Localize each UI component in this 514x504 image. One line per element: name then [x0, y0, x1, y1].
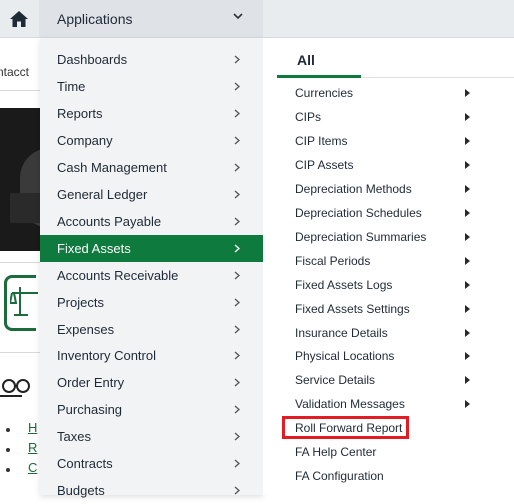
highlight-annotation-box: [282, 416, 409, 439]
menu-item-purchasing[interactable]: Purchasing: [40, 396, 263, 423]
home-icon: [10, 10, 28, 27]
submenu-item-depreciation-schedules[interactable]: Depreciation Schedules: [263, 202, 514, 224]
caret-right-icon: [465, 185, 470, 193]
background-link[interactable]: H: [6, 420, 37, 440]
submenu-item-fixed-assets-logs[interactable]: Fixed Assets Logs: [263, 274, 514, 296]
menu-item-accounts-receivable[interactable]: Accounts Receivable: [40, 262, 263, 289]
background-link-list: H R C: [6, 420, 37, 480]
caret-right-icon: [465, 352, 470, 360]
chevron-right-icon: [234, 432, 240, 441]
applications-menu: Dashboards Time Reports Company Cash Man…: [40, 38, 263, 498]
submenu-item-cip-items[interactable]: CIP Items: [263, 130, 514, 152]
menu-item-fixed-assets[interactable]: Fixed Assets: [40, 235, 263, 262]
top-navigation-bar: Applications: [0, 0, 514, 38]
chevron-right-icon: [234, 109, 240, 118]
submenu-item-physical-locations[interactable]: Physical Locations: [263, 345, 514, 367]
caret-right-icon: [465, 376, 470, 384]
submenu-item-service-details[interactable]: Service Details: [263, 369, 514, 391]
chevron-right-icon: [234, 190, 240, 199]
submenu-item-depreciation-methods[interactable]: Depreciation Methods: [263, 178, 514, 200]
active-tab-indicator: [277, 75, 361, 78]
menu-item-inventory-control[interactable]: Inventory Control: [40, 342, 263, 369]
submenu-item-depreciation-summaries[interactable]: Depreciation Summaries: [263, 226, 514, 248]
submenu-item-fa-configuration[interactable]: FA Configuration: [263, 465, 514, 487]
tab-all[interactable]: All: [297, 52, 315, 68]
submenu-item-cips[interactable]: CIPs: [263, 106, 514, 128]
caret-right-icon: [465, 400, 470, 408]
applications-label: Applications: [57, 10, 133, 27]
caret-right-icon: [465, 257, 470, 265]
chevron-right-icon: [234, 217, 240, 226]
chevron-down-icon: [233, 13, 243, 20]
chevron-right-icon: [234, 405, 240, 414]
caret-right-icon: [465, 305, 470, 313]
fixed-assets-submenu: All Currencies CIPs CIP Items CIP Assets…: [263, 38, 514, 495]
submenu-item-cip-assets[interactable]: CIP Assets: [263, 154, 514, 176]
menu-item-accounts-payable[interactable]: Accounts Payable: [40, 208, 263, 235]
chevron-right-icon: [234, 298, 240, 307]
background-contact-text: ntacct: [0, 65, 30, 79]
background-link[interactable]: R: [6, 440, 37, 460]
menu-item-reports[interactable]: Reports: [40, 100, 263, 127]
menu-item-dashboards[interactable]: Dashboards: [40, 46, 263, 73]
chevron-right-icon: [234, 459, 240, 468]
caret-right-icon: [465, 137, 470, 145]
chevron-right-icon: [234, 325, 240, 334]
chevron-right-icon: [234, 163, 240, 172]
menu-item-budgets[interactable]: Budgets: [40, 477, 263, 504]
menu-item-general-ledger[interactable]: General Ledger: [40, 181, 263, 208]
home-button[interactable]: [0, 0, 38, 37]
menu-item-taxes[interactable]: Taxes: [40, 423, 263, 450]
applications-menu-button[interactable]: Applications: [39, 0, 263, 37]
background-divider: [0, 352, 40, 353]
submenu-item-insurance-details[interactable]: Insurance Details: [263, 322, 514, 344]
background-divider: [0, 90, 40, 91]
menu-item-projects[interactable]: Projects: [40, 289, 263, 316]
glasses-icon: [0, 379, 30, 397]
background-photo: [0, 108, 40, 251]
caret-right-icon: [465, 329, 470, 337]
chevron-right-icon: [234, 378, 240, 387]
caret-right-icon: [465, 89, 470, 97]
caret-right-icon: [465, 113, 470, 121]
caret-right-icon: [465, 209, 470, 217]
chevron-right-icon: [234, 351, 240, 360]
menu-item-time[interactable]: Time: [40, 73, 263, 100]
caret-right-icon: [465, 233, 470, 241]
chevron-right-icon: [234, 486, 240, 495]
menu-item-order-entry[interactable]: Order Entry: [40, 369, 263, 396]
chevron-right-icon: [234, 136, 240, 145]
background-link[interactable]: C: [6, 460, 37, 480]
menu-item-company[interactable]: Company: [40, 127, 263, 154]
caret-right-icon: [465, 161, 470, 169]
menu-item-expenses[interactable]: Expenses: [40, 316, 263, 343]
caret-right-icon: [465, 281, 470, 289]
chevron-right-icon: [234, 55, 240, 64]
scale-icon-detail: [10, 287, 38, 316]
chevron-right-icon: [234, 244, 240, 253]
menu-item-contracts[interactable]: Contracts: [40, 450, 263, 477]
chevron-right-icon: [234, 271, 240, 280]
submenu-item-fiscal-periods[interactable]: Fiscal Periods: [263, 250, 514, 272]
background-divider: [0, 262, 40, 263]
submenu-item-fixed-assets-settings[interactable]: Fixed Assets Settings: [263, 298, 514, 320]
submenu-item-fa-help-center[interactable]: FA Help Center: [263, 441, 514, 463]
chevron-right-icon: [234, 82, 240, 91]
submenu-item-currencies[interactable]: Currencies: [263, 82, 514, 104]
submenu-item-validation-messages[interactable]: Validation Messages: [263, 393, 514, 415]
menu-item-cash-management[interactable]: Cash Management: [40, 154, 263, 181]
